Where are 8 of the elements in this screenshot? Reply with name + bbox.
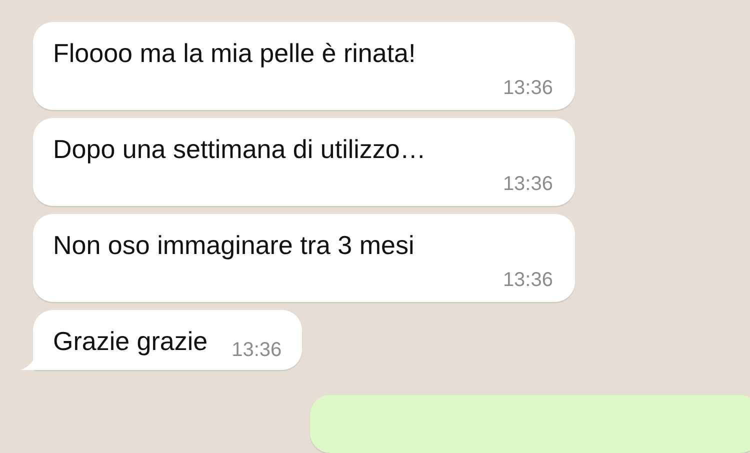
message-text: Floooo ma la mia pelle è rinata! <box>53 37 417 70</box>
message-text: Grazie grazie <box>53 325 208 358</box>
message-time: 13:36 <box>232 338 282 362</box>
message-time: 13:36 <box>502 76 553 100</box>
message-text: Dopo una settimana di utilizzo… <box>53 133 427 166</box>
message-text: Non oso immaginare tra 3 mesi <box>53 229 416 262</box>
message-time: 13:36 <box>502 268 553 292</box>
message-time: 13:36 <box>502 172 553 196</box>
